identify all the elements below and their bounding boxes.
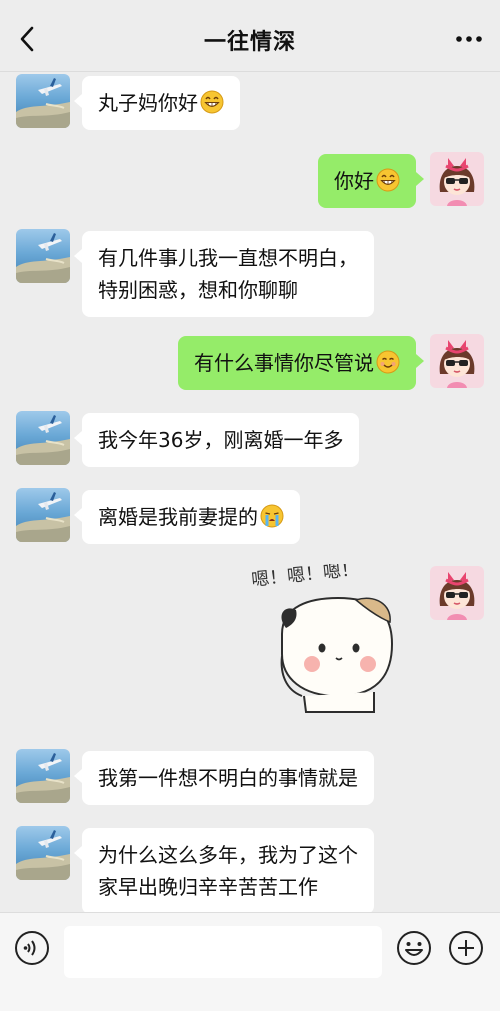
- more-icon: [456, 36, 482, 42]
- message-bubble[interactable]: 你好: [318, 154, 424, 208]
- sticker-text: 嗯！嗯！嗯！: [250, 564, 360, 591]
- more-button[interactable]: [452, 24, 486, 54]
- contact-avatar[interactable]: [16, 411, 70, 465]
- grin-emoji-icon: [200, 90, 224, 114]
- message-bubble[interactable]: 有几件事儿我一直想不明白， 特别困惑，想和你聊聊: [74, 231, 374, 317]
- message-text: 我第一件想不明白的事情就是: [98, 766, 358, 790]
- message-bubble[interactable]: 我第一件想不明白的事情就是: [74, 751, 374, 805]
- message-text: 丸子妈你好: [98, 91, 198, 115]
- crying-emoji-icon: [260, 504, 284, 528]
- smile-emoji-icon: [376, 350, 400, 374]
- my-avatar[interactable]: [430, 334, 484, 388]
- chat-title: 一往情深: [203, 30, 296, 55]
- message-text: 为什么这么多年，我为了这个 家早出晚归辛辛苦苦工作: [98, 843, 358, 899]
- contact-avatar[interactable]: [16, 826, 70, 880]
- contact-avatar[interactable]: [16, 488, 70, 542]
- message-text: 你好: [334, 169, 374, 193]
- top-bar: 一往情深: [0, 0, 500, 72]
- emoji-button[interactable]: [396, 930, 432, 966]
- voice-button[interactable]: [14, 930, 50, 966]
- message-bubble[interactable]: 有什么事情你尽管说: [178, 336, 424, 390]
- message-text: 有什么事情你尽管说: [194, 351, 374, 375]
- message-text: 有几件事儿我一直想不明白， 特别困惑，想和你聊聊: [98, 246, 358, 302]
- message-text: 离婚是我前妻提的: [98, 505, 258, 529]
- message-text: 我今年36岁，刚离婚一年多: [98, 428, 344, 452]
- message-input[interactable]: [64, 926, 382, 978]
- message-bubble[interactable]: 为什么这么多年，我为了这个 家早出晚归辛辛苦苦工作: [74, 828, 374, 912]
- contact-avatar[interactable]: [16, 749, 70, 803]
- sticker-message[interactable]: 嗯！嗯！嗯！: [246, 564, 416, 734]
- grin-emoji-icon: [376, 168, 400, 192]
- voice-icon: [15, 931, 49, 965]
- emoji-icon: [397, 931, 431, 965]
- contact-avatar[interactable]: [16, 229, 70, 283]
- message-bubble[interactable]: 我今年36岁，刚离婚一年多: [73, 413, 360, 467]
- chat-area[interactable]: 丸子妈你好 你好 有几件事儿我一直想不明白， 特别困惑，想和你聊聊 有什么事情你…: [0, 72, 500, 912]
- input-bar: [0, 912, 500, 1011]
- contact-avatar[interactable]: [16, 74, 70, 128]
- my-avatar[interactable]: [430, 152, 484, 206]
- message-bubble[interactable]: 离婚是我前妻提的: [74, 490, 300, 544]
- plus-icon: [449, 931, 483, 965]
- message-bubble[interactable]: 丸子妈你好: [74, 76, 240, 130]
- my-avatar[interactable]: [430, 566, 484, 620]
- plus-button[interactable]: [448, 930, 484, 966]
